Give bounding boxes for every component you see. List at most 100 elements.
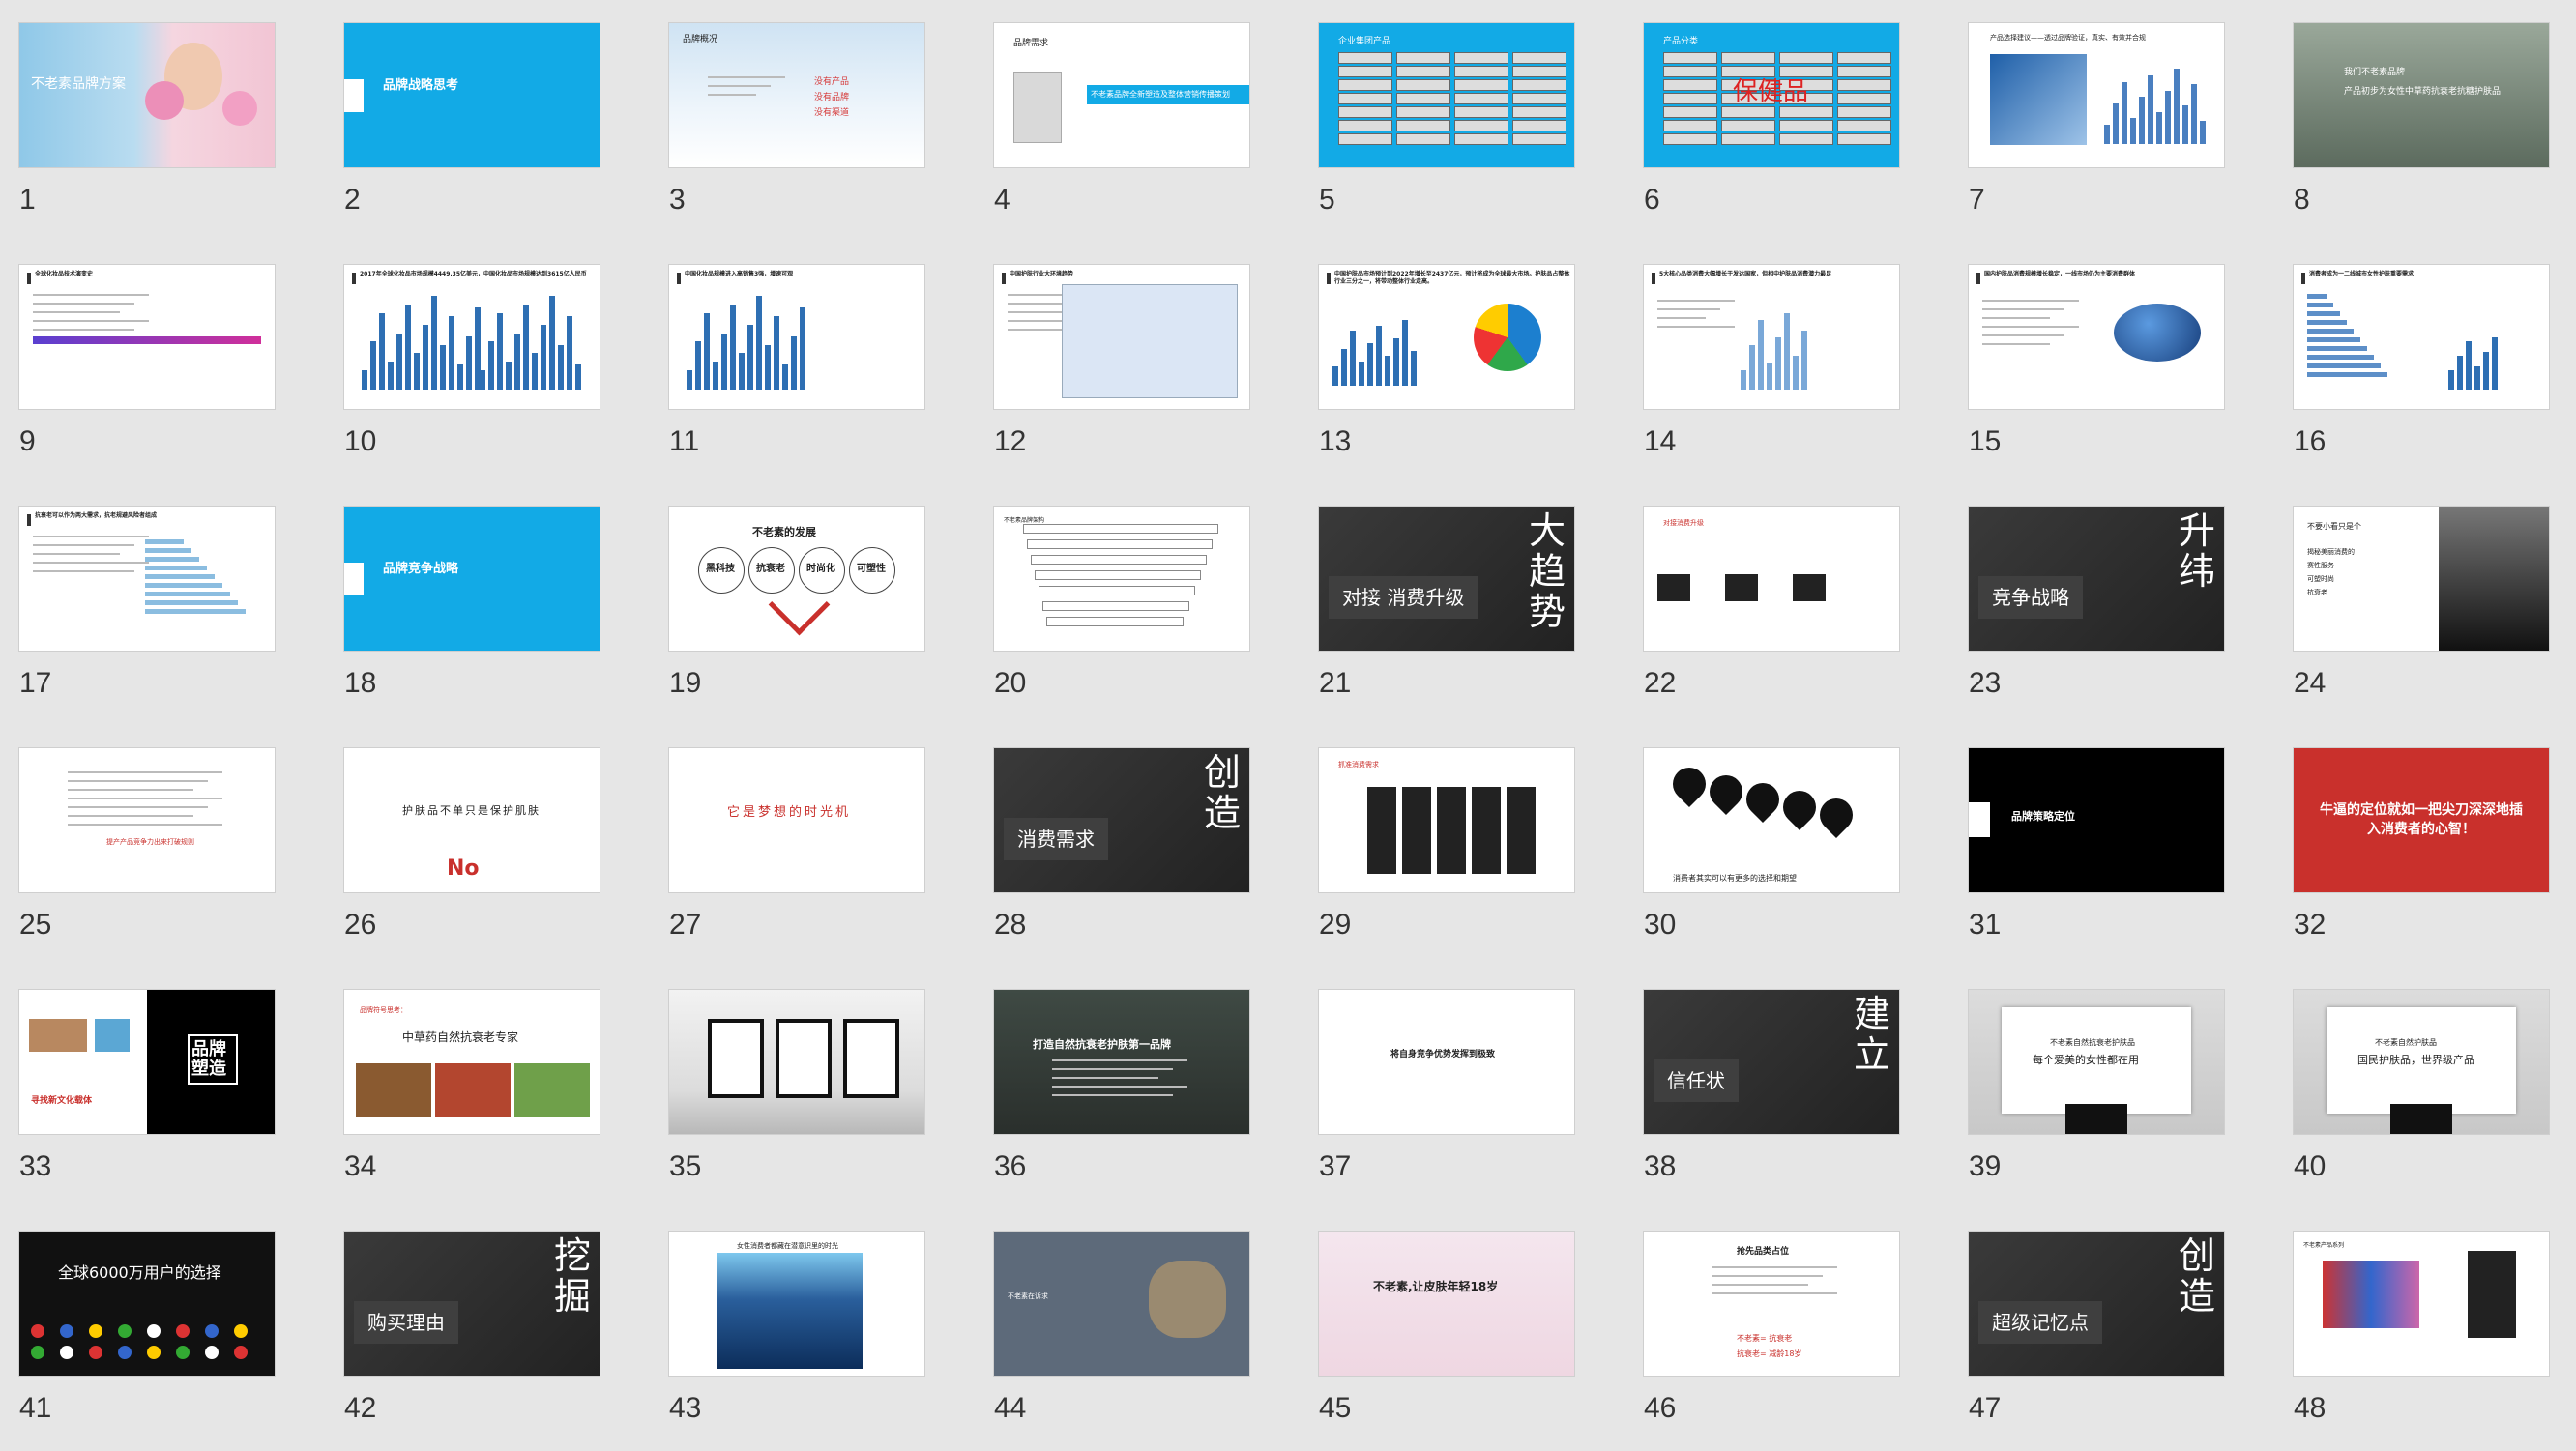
- slide-preview[interactable]: 抓准消费需求: [1319, 748, 1574, 892]
- slide-thumbnail[interactable]: 全球6000万用户的选择 41: [0, 1208, 290, 1440]
- slide-preview[interactable]: 不要小看只是个 揭秘美丽消费的 赛性服务 可塑时尚 抗衰老: [2294, 507, 2549, 651]
- slide-thumbnail[interactable]: 5大核心品类消费大幅增长于发达国家，但相中护肤品消费潜力最足 14: [1625, 242, 1915, 474]
- slide-thumbnail[interactable]: 护肤品不单只是保护肌肤 No 26: [325, 725, 615, 957]
- slide-preview[interactable]: 消费需求 创造: [994, 748, 1249, 892]
- slide-preview[interactable]: 女性消费者都藏在潜意识里的时光: [669, 1232, 924, 1376]
- slide-thumbnail[interactable]: 中国护肤行业大环境趋势 12: [975, 242, 1265, 474]
- slide-preview[interactable]: 5大核心品类消费大幅增长于发达国家，但相中护肤品消费潜力最足: [1644, 265, 1899, 409]
- slide-preview[interactable]: 对接 消费升级 大趋势: [1319, 507, 1574, 651]
- slide-preview[interactable]: 牛逼的定位就如一把尖刀深深地插入消费者的心智！: [2294, 748, 2549, 892]
- slide-thumbnail[interactable]: 产品选择建议——透过品牌验证，真实、有效并合规 7: [1949, 0, 2239, 232]
- slide-thumbnail[interactable]: 品牌竞争战略 18: [325, 483, 615, 715]
- slide-thumbnail[interactable]: 企业集团产品 5: [1300, 0, 1590, 232]
- slide-preview[interactable]: 中国护肤行业大环境趋势: [994, 265, 1249, 409]
- slide-thumbnail[interactable]: 竞争战略 升纬 23: [1949, 483, 2239, 715]
- slide-thumbnail[interactable]: 提产产品竞争力出来打破规则 25: [0, 725, 290, 957]
- slide-thumbnail[interactable]: 中国化妆品规模进入高销售3强，增速可观 11: [650, 242, 940, 474]
- slide-thumbnail[interactable]: 35: [650, 967, 940, 1199]
- slide-preview[interactable]: 品牌竞争战略: [344, 507, 600, 651]
- slide-preview[interactable]: 不老素在诉求: [994, 1232, 1249, 1376]
- slide-preview[interactable]: 产品分类 保健品: [1644, 23, 1899, 167]
- slide-thumbnail[interactable]: 打造自然抗衰老护肤第一品牌 36: [975, 967, 1265, 1199]
- slide-thumbnail[interactable]: 品牌战略思考 2: [325, 0, 615, 232]
- slide-thumbnail[interactable]: 全球化妆品技术演变史 9: [0, 242, 290, 474]
- slide-preview[interactable]: 产品选择建议——透过品牌验证，真实、有效并合规: [1969, 23, 2224, 167]
- slide-preview[interactable]: 护肤品不单只是保护肌肤 No: [344, 748, 600, 892]
- slide-preview[interactable]: 不老素的发展 黑科技 抗衰老 时尚化 可塑性: [669, 507, 924, 651]
- slide-preview[interactable]: 品牌战略思考: [344, 23, 600, 167]
- slide-preview[interactable]: 不老素自然抗衰老护肤品 每个爱美的女性都在用: [1969, 990, 2224, 1134]
- slide-thumbnail[interactable]: 超级记忆点 创造 47: [1949, 1208, 2239, 1440]
- slide-preview[interactable]: 它是梦想的时光机: [669, 748, 924, 892]
- slide-thumbnail[interactable]: 消费需求 创造 28: [975, 725, 1265, 957]
- slide-thumbnail[interactable]: 不老素,让皮肤年轻18岁 45: [1300, 1208, 1590, 1440]
- slide-preview[interactable]: 全球化妆品技术演变史: [19, 265, 275, 409]
- slide-preview[interactable]: 购买理由 挖掘: [344, 1232, 600, 1376]
- slide-preview[interactable]: 品牌符号思考： 中草药自然抗衰老专家: [344, 990, 600, 1134]
- slide-thumbnail[interactable]: 女性消费者都藏在潜意识里的时光 43: [650, 1208, 940, 1440]
- slide-preview[interactable]: 消费者成为一二线城市女性护肤重要需求: [2294, 265, 2549, 409]
- slide-thumbnail[interactable]: 消费者其实可以有更多的选择和期望 30: [1625, 725, 1915, 957]
- slide-preview[interactable]: 不老素产品系列: [2294, 1232, 2549, 1376]
- slide-preview[interactable]: 中国化妆品规模进入高销售3强，增速可观: [669, 265, 924, 409]
- slide-preview[interactable]: 不老素自然护肤品 国民护肤品，世界级产品: [2294, 990, 2549, 1134]
- slide-preview[interactable]: 不老素品牌架构: [994, 507, 1249, 651]
- slide-preview[interactable]: 品牌概况 没有产品 没有品牌 没有渠道: [669, 23, 924, 167]
- slide-preview[interactable]: 将自身竞争优势发挥到极致: [1319, 990, 1574, 1134]
- slide-thumbnail[interactable]: 它是梦想的时光机 27: [650, 725, 940, 957]
- slide-thumbnail[interactable]: 抢先品类占位 不老素= 抗衰老 抗衰老= 减龄18岁 46: [1625, 1208, 1915, 1440]
- slide-preview[interactable]: 打造自然抗衰老护肤第一品牌: [994, 990, 1249, 1134]
- slide-preview[interactable]: 抗衰老可以作为两大需求，抗老规避风险者组成: [19, 507, 275, 651]
- slide-thumbnail[interactable]: 不老素品牌方案 1: [0, 0, 290, 232]
- slide-thumbnail[interactable]: 消费者成为一二线城市女性护肤重要需求 16: [2274, 242, 2564, 474]
- slide-preview[interactable]: 竞争战略 升纬: [1969, 507, 2224, 651]
- slide-thumbnail[interactable]: 2017年全球化妆品市场规模4449.35亿美元，中国化妆品市场规模达到3615…: [325, 242, 615, 474]
- slide-thumbnail[interactable]: 不要小看只是个 揭秘美丽消费的 赛性服务 可塑时尚 抗衰老 24: [2274, 483, 2564, 715]
- slide-thumbnail[interactable]: 国内护肤品消费规模增长稳定，一线市场仍为主要消费群体 15: [1949, 242, 2239, 474]
- slide-preview[interactable]: 信任状 建立: [1644, 990, 1899, 1134]
- chart-bar: [145, 583, 222, 588]
- slide-preview[interactable]: 不老素,让皮肤年轻18岁: [1319, 1232, 1574, 1376]
- slide-preview[interactable]: 全球6000万用户的选择: [19, 1232, 275, 1376]
- chart-bar: [2307, 320, 2347, 325]
- slide-preview[interactable]: 我们不老素品牌 产品初步为女性中草药抗衰老抗糖护肤品: [2294, 23, 2549, 167]
- slide-thumbnail[interactable]: 品牌需求 不老素品牌全新塑造及整体营销传播策划 4: [975, 0, 1265, 232]
- slide-thumbnail[interactable]: 不老素自然抗衰老护肤品 每个爱美的女性都在用 39: [1949, 967, 2239, 1199]
- slide-preview[interactable]: 抢先品类占位 不老素= 抗衰老 抗衰老= 减龄18岁: [1644, 1232, 1899, 1376]
- slide-thumbnail[interactable]: 不老素品牌架构 20: [975, 483, 1265, 715]
- slide-thumbnail[interactable]: 抗衰老可以作为两大需求，抗老规避风险者组成 17: [0, 483, 290, 715]
- brand-box-label: 品牌塑造: [191, 1039, 226, 1079]
- slide-thumbnail[interactable]: 不老素的发展 黑科技 抗衰老 时尚化 可塑性 19: [650, 483, 940, 715]
- slide-preview[interactable]: 超级记忆点 创造: [1969, 1232, 2224, 1376]
- slide-thumbnail[interactable]: 对接 消费升级 大趋势 21: [1300, 483, 1590, 715]
- slide-preview[interactable]: 中国护肤品市场预计到2022年增长至2437亿元，预计将成为全球最大市场。护肤品…: [1319, 265, 1574, 409]
- slide-thumbnail[interactable]: 产品分类 保健品 6: [1625, 0, 1915, 232]
- slide-thumbnail[interactable]: 品牌符号思考： 中草药自然抗衰老专家 34: [325, 967, 615, 1199]
- slide-preview[interactable]: 消费者其实可以有更多的选择和期望: [1644, 748, 1899, 892]
- slide-thumbnail[interactable]: 品牌概况 没有产品 没有品牌 没有渠道 3: [650, 0, 940, 232]
- slide-preview[interactable]: 提产产品竞争力出来打破规则: [19, 748, 275, 892]
- slide-preview[interactable]: 企业集团产品: [1319, 23, 1574, 167]
- slide-preview[interactable]: 对接消费升级: [1644, 507, 1899, 651]
- slide-thumbnail[interactable]: 牛逼的定位就如一把尖刀深深地插入消费者的心智！ 32: [2274, 725, 2564, 957]
- slide-preview[interactable]: 品牌需求 不老素品牌全新塑造及整体营销传播策划: [994, 23, 1249, 167]
- slide-thumbnail[interactable]: 我们不老素品牌 产品初步为女性中草药抗衰老抗糖护肤品 8: [2274, 0, 2564, 232]
- slide-preview[interactable]: [669, 990, 924, 1134]
- slide-thumbnail[interactable]: 将自身竞争优势发挥到极致 37: [1300, 967, 1590, 1199]
- slide-preview[interactable]: 国内护肤品消费规模增长稳定，一线市场仍为主要消费群体: [1969, 265, 2224, 409]
- slide-thumbnail[interactable]: 中国护肤品市场预计到2022年增长至2437亿元，预计将成为全球最大市场。护肤品…: [1300, 242, 1590, 474]
- slide-preview[interactable]: 寻找新文化载体 品牌塑造: [19, 990, 275, 1134]
- slide-thumbnail[interactable]: 抓准消费需求 29: [1300, 725, 1590, 957]
- slide-thumbnail[interactable]: 品牌策略定位 31: [1949, 725, 2239, 957]
- slide-thumbnail[interactable]: 不老素在诉求 44: [975, 1208, 1265, 1440]
- slide-thumbnail[interactable]: 不老素产品系列 48: [2274, 1208, 2564, 1440]
- slide-thumbnail[interactable]: 购买理由 挖掘 42: [325, 1208, 615, 1440]
- slide-preview[interactable]: 不老素品牌方案: [19, 23, 275, 167]
- slide-thumbnail[interactable]: 信任状 建立 38: [1625, 967, 1915, 1199]
- slide-thumbnail[interactable]: 不老素自然护肤品 国民护肤品，世界级产品 40: [2274, 967, 2564, 1199]
- slide-thumbnail[interactable]: 对接消费升级 22: [1625, 483, 1915, 715]
- slide-preview[interactable]: 品牌策略定位: [1969, 748, 2224, 892]
- slide-thumbnail[interactable]: 寻找新文化载体 品牌塑造 33: [0, 967, 290, 1199]
- structure-row: [1046, 617, 1184, 626]
- slide-preview[interactable]: 2017年全球化妆品市场规模4449.35亿美元，中国化妆品市场规模达到3615…: [344, 265, 600, 409]
